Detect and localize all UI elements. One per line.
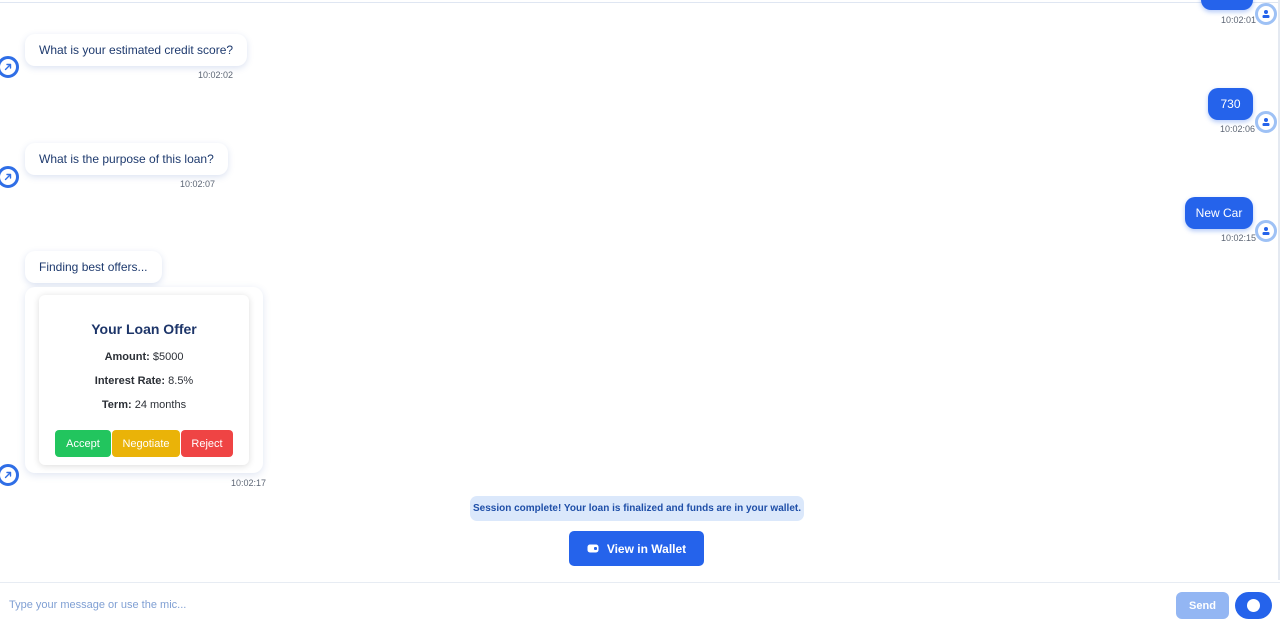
user-avatar — [1255, 220, 1277, 242]
user-icon — [1262, 118, 1270, 126]
user-message-text: New Car — [1195, 206, 1243, 220]
user-icon — [1262, 227, 1270, 235]
loan-term-row: Term: 24 months — [39, 399, 249, 411]
loan-offer-title: Your Loan Offer — [91, 321, 197, 337]
user-message-bubble: 730 — [1208, 88, 1253, 120]
interest-rate-row: Interest Rate: 8.5% — [39, 375, 249, 387]
view-in-wallet-label: View in Wallet — [606, 541, 687, 556]
wallet-icon — [587, 544, 599, 553]
message-timestamp: 10:02:02 — [198, 70, 234, 80]
bot-message-text: What is the purpose of this loan? — [39, 152, 214, 166]
session-complete-text: Session complete! Your loan is finalized… — [472, 503, 802, 514]
bot-avatar — [0, 166, 19, 188]
user-message-bubble: New Car — [1185, 197, 1253, 229]
interest-rate-value: 8.5% — [168, 375, 194, 387]
session-complete-notice: Session complete! Your loan is finalized… — [470, 496, 804, 521]
mic-icon — [1247, 599, 1260, 612]
chat-app: 10:02:01 What is your estimated credit s… — [0, 0, 1280, 626]
bot-message-text: Finding best offers... — [39, 260, 148, 274]
negotiate-button[interactable]: Negotiate — [112, 430, 180, 457]
message-timestamp: 10:02:07 — [180, 179, 216, 189]
loan-amount-label: Amount: — [104, 351, 150, 363]
message-composer: Send — [0, 582, 1280, 626]
loan-amount-value: $5000 — [152, 351, 184, 363]
user-avatar — [1255, 111, 1277, 133]
mic-button[interactable] — [1235, 592, 1272, 619]
bot-message-bubble: What is your estimated credit score? — [25, 34, 248, 66]
bot-message-text: What is your estimated credit score? — [39, 43, 234, 57]
loan-amount-row: Amount: $5000 — [39, 351, 249, 363]
bot-avatar — [0, 464, 19, 486]
message-timestamp: 10:02:15 — [1221, 233, 1257, 243]
user-avatar — [1255, 3, 1277, 25]
arrow-up-right-icon — [4, 471, 12, 479]
user-icon — [1262, 10, 1270, 18]
loan-term-label: Term: — [101, 399, 132, 411]
top-divider — [0, 2, 1280, 3]
arrow-up-right-icon — [4, 63, 12, 71]
bot-message-bubble: Finding best offers... — [25, 251, 162, 283]
view-in-wallet-button[interactable]: View in Wallet — [569, 531, 704, 566]
loan-term-value: 24 months — [134, 399, 187, 411]
bot-message-bubble: What is the purpose of this loan? — [25, 143, 228, 175]
loan-offer-card: Your Loan Offer Amount: $5000 Interest R… — [39, 295, 249, 465]
user-message-bubble — [1201, 0, 1253, 10]
message-input[interactable] — [0, 591, 1160, 619]
message-timestamp: 10:02:06 — [1220, 124, 1256, 134]
reject-button[interactable]: Reject — [181, 430, 233, 457]
message-timestamp: 10:02:01 — [1221, 15, 1257, 25]
message-timestamp: 10:02:17 — [231, 478, 267, 488]
accept-button[interactable]: Accept — [55, 430, 111, 457]
interest-rate-label: Interest Rate: — [94, 375, 166, 387]
send-button[interactable]: Send — [1176, 592, 1229, 619]
bot-avatar — [0, 56, 19, 78]
user-message-text: 730 — [1220, 97, 1241, 111]
arrow-up-right-icon — [4, 173, 12, 181]
loan-offer-message: Your Loan Offer Amount: $5000 Interest R… — [25, 287, 263, 473]
